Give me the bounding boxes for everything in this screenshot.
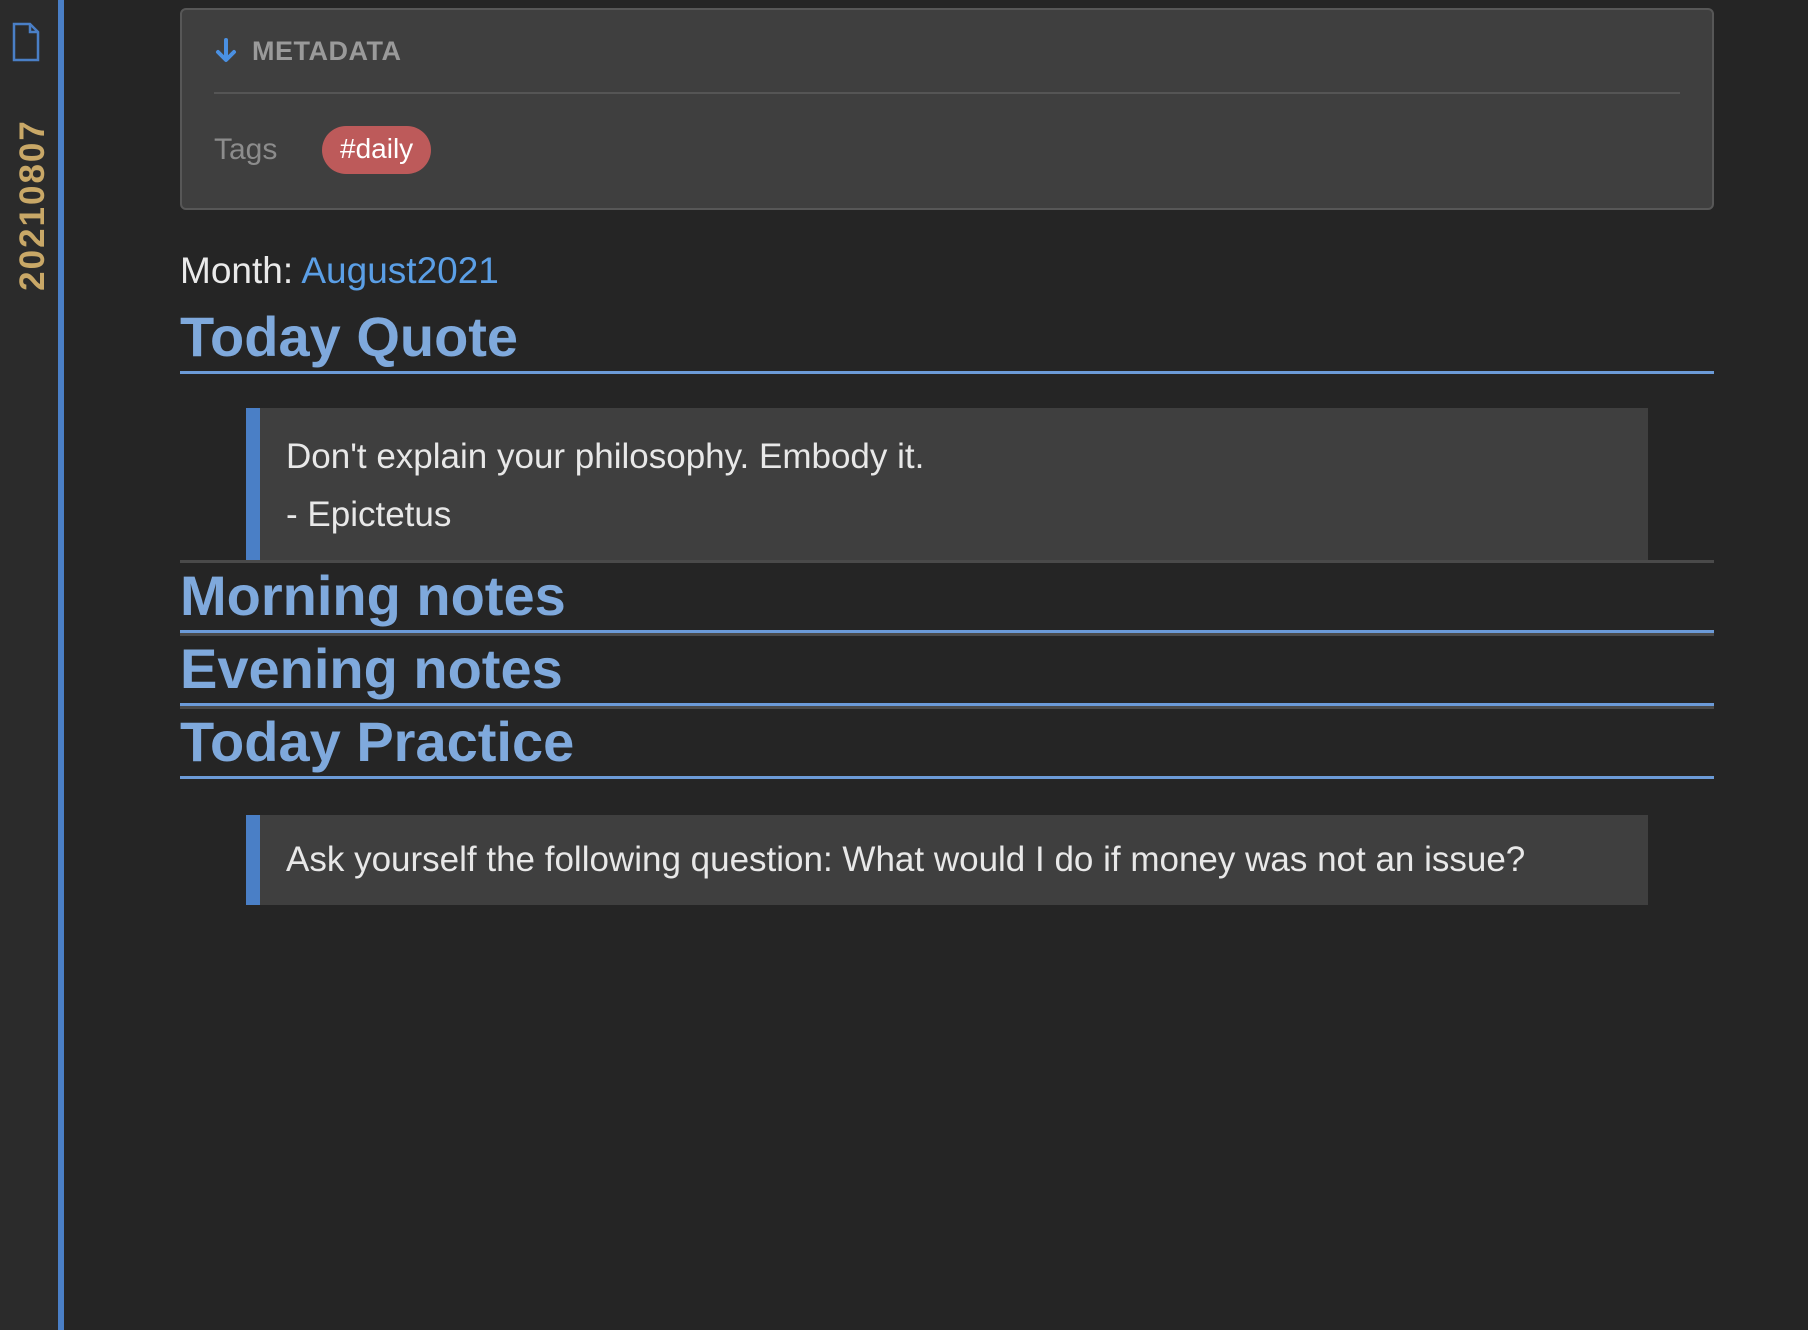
heading-today-quote: Today Quote <box>180 304 1714 374</box>
tag-daily[interactable]: #daily <box>322 126 432 174</box>
note-title[interactable]: 20210807 <box>13 119 53 291</box>
practice-text: Ask yourself the following question: Wha… <box>286 840 1526 879</box>
arrow-down-icon[interactable] <box>214 37 238 65</box>
month-label: Month: <box>180 250 294 291</box>
quote-author: - Epictetus <box>286 495 452 534</box>
practice-callout: Ask yourself the following question: Wha… <box>246 815 1648 905</box>
heading-today-practice: Today Practice <box>180 709 1714 779</box>
note-content: METADATA Tags #daily Month: August2021 T… <box>180 0 1714 905</box>
heading-evening-notes: Evening notes <box>180 636 1714 706</box>
quote-text: Don't explain your philosophy. Embody it… <box>286 437 925 476</box>
metadata-header[interactable]: METADATA <box>214 10 1680 94</box>
heading-morning-notes: Morning notes <box>180 563 1714 633</box>
metadata-label: METADATA <box>252 35 402 66</box>
tags-label: Tags <box>214 133 278 166</box>
metadata-tags-row: Tags #daily <box>214 94 1680 206</box>
left-sidebar: 20210807 <box>0 0 64 1330</box>
quote-callout: Don't explain your philosophy. Embody it… <box>246 408 1648 560</box>
month-link[interactable]: August2021 <box>301 250 499 291</box>
month-line: Month: August2021 <box>180 250 1714 304</box>
metadata-panel: METADATA Tags #daily <box>180 8 1714 210</box>
file-icon[interactable] <box>11 22 41 62</box>
